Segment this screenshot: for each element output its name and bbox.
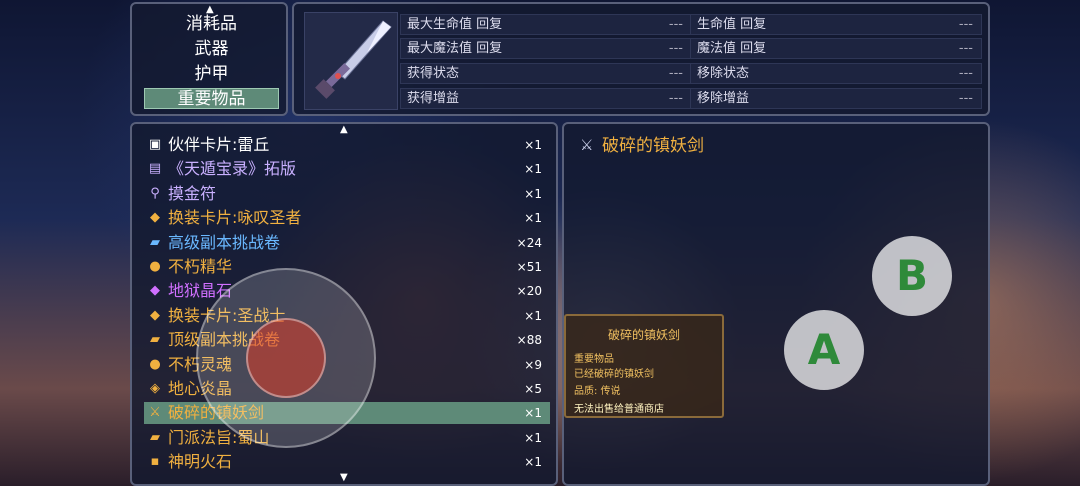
category-consumables[interactable]: 消耗品	[144, 14, 279, 35]
orb-icon: ●	[149, 259, 161, 274]
joystick-knob[interactable]	[246, 318, 326, 398]
card-icon: ▣	[148, 137, 162, 152]
list-item[interactable]: ▣ 伙伴卡片:雷丘 ×1	[144, 134, 550, 156]
orb-icon: ●	[149, 356, 161, 372]
sword-icon: ⚔	[580, 136, 594, 154]
tooltip-title: 破碎的镇妖剑	[607, 328, 680, 342]
b-button-label: B	[895, 251, 928, 300]
stat-max-hp-recover: 最大生命值 回复 ---	[400, 14, 692, 35]
ticket-icon: ◆	[150, 210, 160, 226]
item-quantity: ×1	[524, 162, 542, 177]
ticket-icon: ◆	[150, 307, 160, 323]
scroll-icon: ▰	[150, 429, 160, 445]
tooltip-quality: 品质: 传说	[574, 386, 621, 397]
a-button[interactable]: A	[784, 310, 864, 390]
list-scroll-down-icon[interactable]: ▼	[340, 472, 348, 483]
a-button-label: A	[807, 325, 841, 374]
list-item[interactable]: ● 不朽精华 ×51	[144, 256, 550, 278]
virtual-joystick[interactable]	[196, 268, 376, 448]
scroll-icon: ▰	[150, 234, 160, 250]
category-armor[interactable]: 护甲	[144, 64, 279, 85]
detail-title: 破碎的镇妖剑	[602, 136, 704, 156]
item-quantity: ×88	[516, 333, 542, 348]
stat-max-mp-recover: 最大魔法值 回复 ---	[400, 38, 692, 59]
item-name: 不朽精华	[168, 257, 233, 276]
item-name: 换装卡片:咏叹圣者	[168, 208, 302, 228]
item-quantity: ×1	[524, 455, 542, 470]
item-name: 伙伴卡片:雷丘	[168, 135, 270, 154]
book-icon: ▤	[148, 161, 162, 177]
item-quantity: ×9	[524, 357, 542, 372]
item-quantity: ×24	[516, 235, 542, 250]
item-name: 高级副本挑战卷	[168, 232, 281, 252]
item-preview-frame	[304, 12, 398, 110]
item-quantity: ×1	[524, 211, 542, 226]
list-item[interactable]: ▤ 《天遁宝录》拓版 ×1	[144, 158, 550, 180]
stat-gain-buff: 获得增益 ---	[400, 88, 692, 109]
crystal-icon: ◆	[150, 283, 160, 299]
item-name: 《天遁宝录》拓版	[168, 159, 297, 179]
tooltip-category: 重要物品	[574, 354, 614, 365]
tooltip-note: 已经破碎的镇妖剑	[574, 369, 654, 380]
ore-icon: ◈	[150, 381, 160, 396]
stat-mp-recover: 魔法值 回复 ---	[690, 38, 982, 59]
item-quantity: ×1	[524, 138, 542, 152]
item-quantity: ×1	[524, 430, 542, 445]
tooltip-restriction: 无法出售给普通商店	[574, 404, 664, 415]
stat-hp-recover: 生命值 回复 ---	[690, 14, 982, 35]
magnifier-icon: ⚲	[150, 185, 160, 201]
item-quantity: ×51	[516, 260, 542, 274]
list-item[interactable]: ⚲ 摸金符 ×1	[144, 183, 550, 205]
sword-icon	[315, 20, 392, 99]
stone-icon: ▪	[150, 454, 160, 470]
b-button[interactable]: B	[872, 236, 952, 316]
list-item[interactable]: ◆ 换装卡片:咏叹圣者 ×1	[144, 207, 550, 229]
list-item[interactable]: ▰ 门派法旨:蜀山 ×1	[144, 427, 550, 449]
list-item[interactable]: ▰ 高级副本挑战卷 ×24	[144, 232, 550, 254]
stat-gain-state: 获得状态 ---	[400, 63, 692, 84]
item-stats-panel: 最大生命值 回复 --- 最大魔法值 回复 --- 获得状态 --- 获得增益 --- …	[292, 2, 990, 116]
item-quantity: ×20	[516, 284, 542, 299]
stat-remove-state: 移除状态 ---	[690, 63, 982, 84]
item-name: 神明火石	[168, 452, 233, 472]
scroll-icon: ▰	[150, 332, 160, 348]
category-weapons[interactable]: 武器	[144, 39, 279, 60]
item-quantity: ×1	[524, 186, 542, 201]
item-quantity: ×1	[524, 308, 542, 323]
category-key-items[interactable]: 重要物品	[144, 88, 279, 109]
item-name: 摸金符	[168, 183, 217, 203]
list-item[interactable]: ▪ 神明火石 ×1	[144, 451, 550, 473]
stat-remove-buff: 移除增益 ---	[690, 88, 982, 109]
item-tooltip: 破碎的镇妖剑 重要物品 已经破碎的镇妖剑 品质: 传说 无法出售给普通商店	[564, 314, 724, 418]
category-panel: ▲ 消耗品 武器 护甲 重要物品	[130, 2, 288, 116]
sword-icon: ⚔	[149, 405, 161, 421]
item-quantity: ×1	[524, 406, 542, 421]
item-quantity: ×5	[524, 382, 542, 396]
